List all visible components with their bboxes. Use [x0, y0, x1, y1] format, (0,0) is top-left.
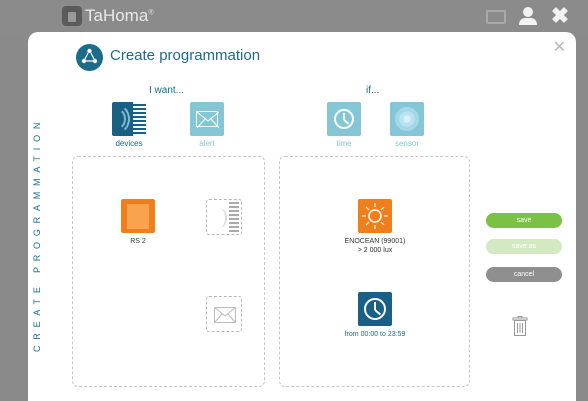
programmation-icon	[76, 44, 103, 71]
devices-icon	[229, 202, 239, 232]
mail-icon[interactable]	[486, 10, 506, 24]
app-header: TaHoma® ✖	[0, 0, 588, 34]
time-range-label: from 00:00 to 23:59	[344, 331, 406, 338]
device-tile[interactable]: RS 2	[106, 199, 170, 246]
clock-icon	[327, 102, 361, 136]
time-tile[interactable]: from 00:00 to 23:59	[335, 292, 415, 339]
sun-icon	[358, 199, 392, 233]
option-time-label: time	[336, 139, 352, 148]
sensor-tile[interactable]: ENOCEAN (99001) > 2 000 lux	[335, 199, 415, 255]
rolling-shutter-icon	[121, 199, 155, 233]
action-panel: RS 2	[72, 156, 265, 387]
envelope-icon	[190, 102, 224, 136]
save-button[interactable]: save	[486, 213, 562, 228]
option-sensor-label: sensor	[394, 139, 419, 148]
option-alert[interactable]: alert	[185, 102, 229, 148]
option-sensor[interactable]: sensor	[385, 102, 429, 148]
add-alert-slot[interactable]	[206, 296, 242, 332]
user-icon[interactable]	[518, 7, 538, 25]
condition-panel: ENOCEAN (99001) > 2 000 lux from 00:00 t…	[279, 156, 470, 387]
trademark: ®	[148, 9, 154, 17]
sensor-condition: > 2 000 lux	[357, 247, 393, 254]
envelope-icon	[214, 307, 236, 323]
option-time[interactable]: time	[322, 102, 366, 148]
trash-icon[interactable]	[512, 316, 528, 336]
add-device-slot[interactable]	[206, 199, 242, 235]
house-icon	[62, 6, 82, 26]
close-icon[interactable]: ✖	[550, 5, 570, 27]
tahoma-logo: TaHoma®	[62, 6, 153, 26]
app-name: TaHoma	[85, 6, 149, 25]
sensor-icon	[390, 102, 424, 136]
sensor-name: ENOCEAN (99001)	[344, 238, 406, 245]
create-programmation-dialog: ✕ Create programmation CREATE PROGRAMMAT…	[28, 32, 576, 401]
option-devices-label: devices	[115, 139, 143, 148]
devices-icon	[112, 102, 146, 136]
dialog-title: Create programmation	[110, 47, 261, 64]
clock-icon	[358, 292, 392, 326]
save-as-button[interactable]: save as	[486, 239, 562, 254]
want-section-title: I want...	[149, 85, 185, 96]
option-alert-label: alert	[199, 139, 215, 148]
cancel-button[interactable]: cancel	[486, 267, 562, 282]
device-label: RS 2	[130, 238, 146, 245]
side-label: CREATE PROGRAMMATION	[32, 116, 42, 352]
if-section-title: if...	[366, 85, 380, 96]
dialog-close-icon[interactable]: ✕	[553, 37, 566, 57]
option-devices[interactable]: devices	[107, 102, 151, 148]
